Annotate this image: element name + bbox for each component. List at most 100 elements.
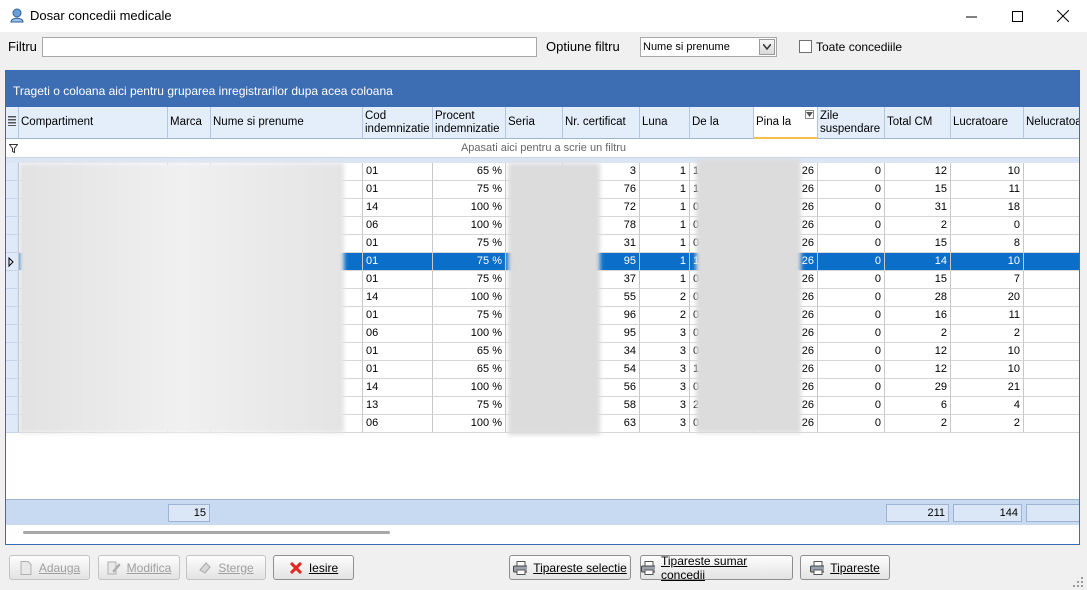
table-cell[interactable]: 65 %	[433, 163, 506, 181]
table-cell[interactable]: 75 %	[433, 181, 506, 199]
table-cell[interactable]: 11	[951, 181, 1024, 199]
row-indicator[interactable]	[6, 217, 19, 235]
table-cell[interactable]: 29	[885, 379, 951, 397]
filter-option-select[interactable]: Nume si prenume	[640, 37, 777, 57]
table-cell[interactable]: 01	[363, 163, 433, 181]
table-cell[interactable]: 1	[640, 199, 690, 217]
column-header[interactable]: Procent indemnizatie	[433, 107, 506, 139]
table-cell[interactable]: 1	[640, 235, 690, 253]
table-cell[interactable]	[1024, 397, 1079, 415]
table-cell[interactable]: 3	[640, 361, 690, 379]
column-header[interactable]: Marca	[168, 107, 211, 139]
close-button[interactable]	[1040, 0, 1086, 32]
table-cell[interactable]	[1024, 415, 1079, 433]
table-cell[interactable]: 0	[818, 343, 885, 361]
print-summary-button[interactable]: Tipareste sumar concedii	[640, 554, 793, 582]
table-cell[interactable]: 1	[640, 163, 690, 181]
table-cell[interactable]	[1024, 361, 1079, 379]
table-cell[interactable]: 01	[363, 271, 433, 289]
table-cell[interactable]: 10	[951, 343, 1024, 361]
table-cell[interactable]	[1024, 199, 1079, 217]
table-cell[interactable]	[1024, 343, 1079, 361]
table-cell[interactable]: 0	[818, 163, 885, 181]
all-leaves-checkbox[interactable]	[799, 40, 812, 53]
table-cell[interactable]: 11	[951, 307, 1024, 325]
row-indicator[interactable]	[6, 289, 19, 307]
table-cell[interactable]: 65 %	[433, 361, 506, 379]
column-header[interactable]: Cod indemnizatie	[363, 107, 433, 139]
filter-input[interactable]	[42, 37, 537, 57]
table-cell[interactable]: 15	[885, 271, 951, 289]
row-indicator[interactable]	[6, 199, 19, 217]
row-indicator[interactable]	[6, 271, 19, 289]
table-cell[interactable]: 100 %	[433, 199, 506, 217]
column-header[interactable]: Zile suspendare	[818, 107, 885, 139]
column-header[interactable]: Nelucratoa	[1024, 107, 1079, 139]
table-cell[interactable]: 01	[363, 253, 433, 271]
table-cell[interactable]: 20	[951, 289, 1024, 307]
table-cell[interactable]: 0	[818, 253, 885, 271]
exit-button[interactable]: Iesire	[273, 555, 354, 580]
table-cell[interactable]: 2	[951, 325, 1024, 343]
column-header[interactable]: De la	[690, 107, 754, 139]
delete-button[interactable]: Sterge	[186, 555, 266, 580]
column-header[interactable]: Nr. certificat	[563, 107, 640, 139]
table-cell[interactable]	[1024, 289, 1079, 307]
table-cell[interactable]: 01	[363, 235, 433, 253]
column-header[interactable]: Nume si prenume	[211, 107, 363, 139]
table-cell[interactable]: 14	[363, 199, 433, 217]
row-indicator[interactable]	[6, 415, 19, 433]
table-cell[interactable]: 100 %	[433, 325, 506, 343]
minimize-button[interactable]	[948, 0, 994, 32]
table-cell[interactable]: 01	[363, 307, 433, 325]
table-cell[interactable]: 3	[640, 397, 690, 415]
column-filter-icon[interactable]	[805, 110, 814, 119]
column-header[interactable]: Seria	[506, 107, 563, 139]
table-cell[interactable]: 21	[951, 379, 1024, 397]
column-header[interactable]: Lucratoare	[951, 107, 1024, 139]
table-cell[interactable]	[1024, 271, 1079, 289]
table-cell[interactable]: 10	[951, 253, 1024, 271]
table-cell[interactable]: 3	[640, 379, 690, 397]
table-cell[interactable]: 10	[951, 163, 1024, 181]
table-cell[interactable]: 2	[885, 415, 951, 433]
table-cell[interactable]: 0	[818, 415, 885, 433]
table-cell[interactable]: 2	[885, 325, 951, 343]
table-cell[interactable]: 75 %	[433, 397, 506, 415]
table-cell[interactable]: 0	[818, 397, 885, 415]
table-cell[interactable]: 0	[818, 199, 885, 217]
table-cell[interactable]: 8	[951, 235, 1024, 253]
table-cell[interactable]: 15	[885, 181, 951, 199]
table-cell[interactable]: 2	[951, 415, 1024, 433]
all-leaves-label[interactable]: Toate concediile	[816, 40, 902, 54]
table-cell[interactable]: 0	[818, 235, 885, 253]
row-indicator[interactable]	[6, 397, 19, 415]
table-cell[interactable]: 2	[885, 217, 951, 235]
add-button[interactable]: Adauga	[9, 555, 90, 580]
table-cell[interactable]: 75 %	[433, 271, 506, 289]
table-cell[interactable]: 100 %	[433, 289, 506, 307]
table-cell[interactable]: 1	[640, 181, 690, 199]
table-cell[interactable]: 06	[363, 415, 433, 433]
table-cell[interactable]: 12	[885, 163, 951, 181]
table-cell[interactable]	[1024, 253, 1079, 271]
row-indicator[interactable]	[6, 163, 19, 181]
row-indicator[interactable]	[6, 325, 19, 343]
row-indicator[interactable]	[6, 253, 19, 271]
table-cell[interactable]: 06	[363, 325, 433, 343]
table-cell[interactable]: 12	[885, 361, 951, 379]
table-cell[interactable]: 06	[363, 217, 433, 235]
table-cell[interactable]: 14	[363, 289, 433, 307]
edit-button[interactable]: Modifica	[98, 555, 180, 580]
table-cell[interactable]	[1024, 163, 1079, 181]
table-cell[interactable]: 65 %	[433, 343, 506, 361]
table-cell[interactable]: 10	[951, 361, 1024, 379]
table-cell[interactable]: 3	[640, 343, 690, 361]
table-cell[interactable]: 100 %	[433, 379, 506, 397]
group-by-panel[interactable]: Trageti o coloana aici pentru gruparea i…	[6, 71, 1079, 107]
table-cell[interactable]: 75 %	[433, 253, 506, 271]
table-cell[interactable]	[1024, 379, 1079, 397]
table-cell[interactable]: 0	[818, 361, 885, 379]
table-cell[interactable]	[1024, 217, 1079, 235]
table-cell[interactable]: 0	[951, 217, 1024, 235]
